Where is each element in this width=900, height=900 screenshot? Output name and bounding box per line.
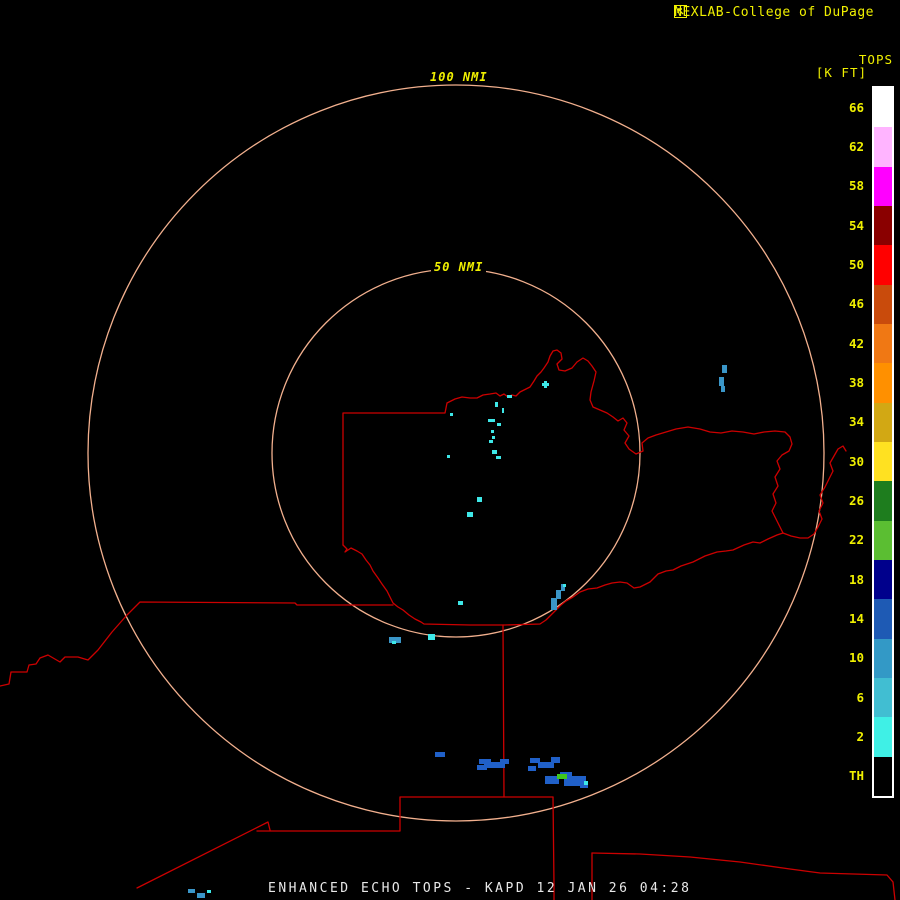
- boundary-south-vertical: [502, 624, 505, 798]
- colorbar-band-50: [874, 245, 892, 285]
- radar-echoes: [188, 365, 727, 898]
- colorbar-label-TH: TH: [848, 768, 864, 784]
- colorbar-band-6: [874, 677, 892, 718]
- echo-cell: [528, 766, 536, 771]
- colorbar-label-30: 30: [848, 453, 864, 469]
- echo-cell: [392, 641, 396, 644]
- echo-cell: [207, 890, 211, 893]
- county-boundaries: [0, 349, 896, 900]
- colorbar-label-50: 50: [848, 257, 864, 272]
- boundary-west-line: [0, 601, 394, 687]
- echo-cell: [497, 423, 501, 426]
- radar-display: 100 NMI 50 NMI NEXLAB-College of DuPage …: [0, 0, 900, 900]
- echo-cell: [556, 590, 561, 599]
- colorbar-band-30: [874, 441, 892, 482]
- echo-cell: [542, 383, 549, 386]
- echo-cell: [492, 450, 497, 454]
- colorbar-label-46: 46: [848, 296, 864, 312]
- echo-cell: [584, 781, 588, 785]
- boundary-bottom-box: [136, 796, 554, 889]
- echo-cell: [721, 386, 725, 392]
- range-ring-100nmi: [87, 84, 825, 822]
- echo-cell: [557, 774, 567, 779]
- range-ring-50nmi: [271, 268, 641, 638]
- echo-cell: [489, 440, 493, 443]
- radar-map-canvas: [0, 84, 896, 900]
- echo-cell: [450, 413, 453, 416]
- echo-cell: [197, 893, 205, 898]
- legend-units: [K FT]: [815, 65, 867, 80]
- echo-cell: [467, 512, 473, 517]
- echo-cell: [458, 601, 463, 605]
- colorbar-label-62: 62: [848, 139, 864, 154]
- colorbar-label-14: 14: [848, 611, 864, 626]
- echo-cell: [722, 365, 727, 373]
- echo-cell: [551, 757, 560, 763]
- echo-tops-colorbar: [872, 86, 894, 798]
- echo-cell: [477, 497, 482, 502]
- colorbar-band-26: [874, 481, 892, 521]
- colorbar-label-42: 42: [848, 335, 864, 351]
- colorbar-label-66: 66: [848, 99, 864, 115]
- colorbar-band-22: [874, 520, 892, 560]
- echo-cell: [500, 759, 509, 764]
- colorbar-label-26: 26: [848, 493, 864, 508]
- colorbar-band-46: [874, 284, 892, 324]
- colorbar-band-58: [874, 166, 892, 206]
- boundary-county-south: [342, 532, 784, 626]
- echo-cell: [428, 634, 435, 640]
- colorbar-band-62: [874, 127, 892, 167]
- colorbar-label-54: 54: [848, 217, 864, 233]
- colorbar-band-TH: [874, 756, 892, 796]
- echo-cell: [563, 584, 566, 587]
- colorbar-label-18: 18: [848, 571, 864, 587]
- echo-cell: [488, 419, 495, 422]
- colorbar-label-58: 58: [848, 178, 864, 194]
- colorbar-band-34: [874, 402, 892, 442]
- attribution-link[interactable]: NEXLAB-College of DuPage: [674, 5, 892, 20]
- colorbar-band-42: [874, 323, 892, 364]
- colorbar-label-10: 10: [848, 650, 864, 666]
- colorbar-band-66: [874, 88, 892, 128]
- attribution-text: NEXLAB-College of DuPage: [674, 5, 874, 20]
- echo-cell: [495, 402, 498, 407]
- product-caption: ENHANCED ECHO TOPS - KAPD 12 JAN 26 04:2…: [268, 881, 692, 896]
- echo-cell: [507, 395, 512, 398]
- colorbar-band-54: [874, 205, 892, 246]
- colorbar-label-6: 6: [856, 689, 864, 705]
- colorbar-label-22: 22: [848, 532, 864, 548]
- echo-cell: [502, 408, 504, 413]
- range-rings: [87, 84, 825, 822]
- echo-cell: [491, 430, 494, 433]
- echo-cell: [551, 598, 557, 610]
- colorbar-band-2: [874, 717, 892, 757]
- colorbar-band-18: [874, 559, 892, 600]
- colorbar-label-34: 34: [848, 414, 864, 430]
- echo-cell: [477, 765, 487, 770]
- echo-cell: [719, 377, 724, 386]
- echo-cell: [496, 456, 501, 459]
- boundary-county-north-river: [342, 349, 847, 546]
- colorbar-band-10: [874, 638, 892, 678]
- echo-cell: [447, 455, 450, 458]
- colorbar-band-38: [874, 363, 892, 403]
- colorbar-label-38: 38: [848, 375, 864, 390]
- echo-cell: [492, 436, 495, 439]
- ring-label-100nmi: 100 NMI: [427, 70, 491, 84]
- ring-label-50nmi: 50 NMI: [431, 260, 487, 274]
- echo-cell: [188, 889, 195, 893]
- colorbar-label-2: 2: [856, 729, 864, 744]
- echo-cell: [435, 752, 445, 757]
- external-link-icon: [674, 5, 892, 19]
- echo-cell: [545, 776, 559, 784]
- colorbar-band-14: [874, 599, 892, 639]
